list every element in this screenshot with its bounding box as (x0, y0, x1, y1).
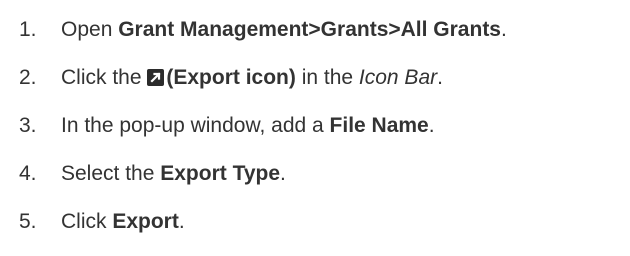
step-text-plain: in the (295, 66, 359, 89)
step-text: Click Export. (61, 205, 185, 239)
step-number: 5. (19, 210, 37, 233)
step-text-plain: Click (61, 210, 113, 233)
menu-path: Grant Management>Grants>All Grants (118, 18, 501, 41)
step-number: 1. (19, 18, 37, 41)
ui-area-name: Icon Bar (358, 66, 438, 89)
step-text-plain: . (428, 114, 435, 137)
step-text-plain: . (178, 210, 185, 233)
instruction-steps-list: 1. Open Grant Management>Grants>All Gran… (0, 0, 630, 256)
step-text: Click the (Export icon) in the Icon Bar. (61, 61, 443, 95)
button-name: Export (112, 210, 179, 233)
field-name: File Name (329, 114, 429, 137)
step-text-plain: . (280, 162, 286, 185)
step-text-plain: Open (61, 18, 119, 41)
step-text-plain: In the pop-up window, add a (61, 114, 330, 137)
step-text: Open Grant Management>Grants>All Grants. (61, 13, 507, 47)
step-number: 4. (19, 162, 37, 185)
field-name: Export Type (160, 162, 281, 185)
step-number: 3. (19, 114, 37, 137)
step-number: 2. (19, 66, 37, 89)
step-text-plain: Select the (61, 162, 161, 185)
step-text-plain: . (501, 18, 507, 41)
step-text: In the pop-up window, add a File Name. (61, 109, 435, 143)
export-icon (147, 69, 165, 86)
step-text-plain: . (437, 66, 443, 89)
step-text-plain: Click the (61, 66, 148, 89)
step-text: Select the Export Type. (61, 157, 286, 191)
icon-label: (Export icon) (166, 66, 296, 89)
